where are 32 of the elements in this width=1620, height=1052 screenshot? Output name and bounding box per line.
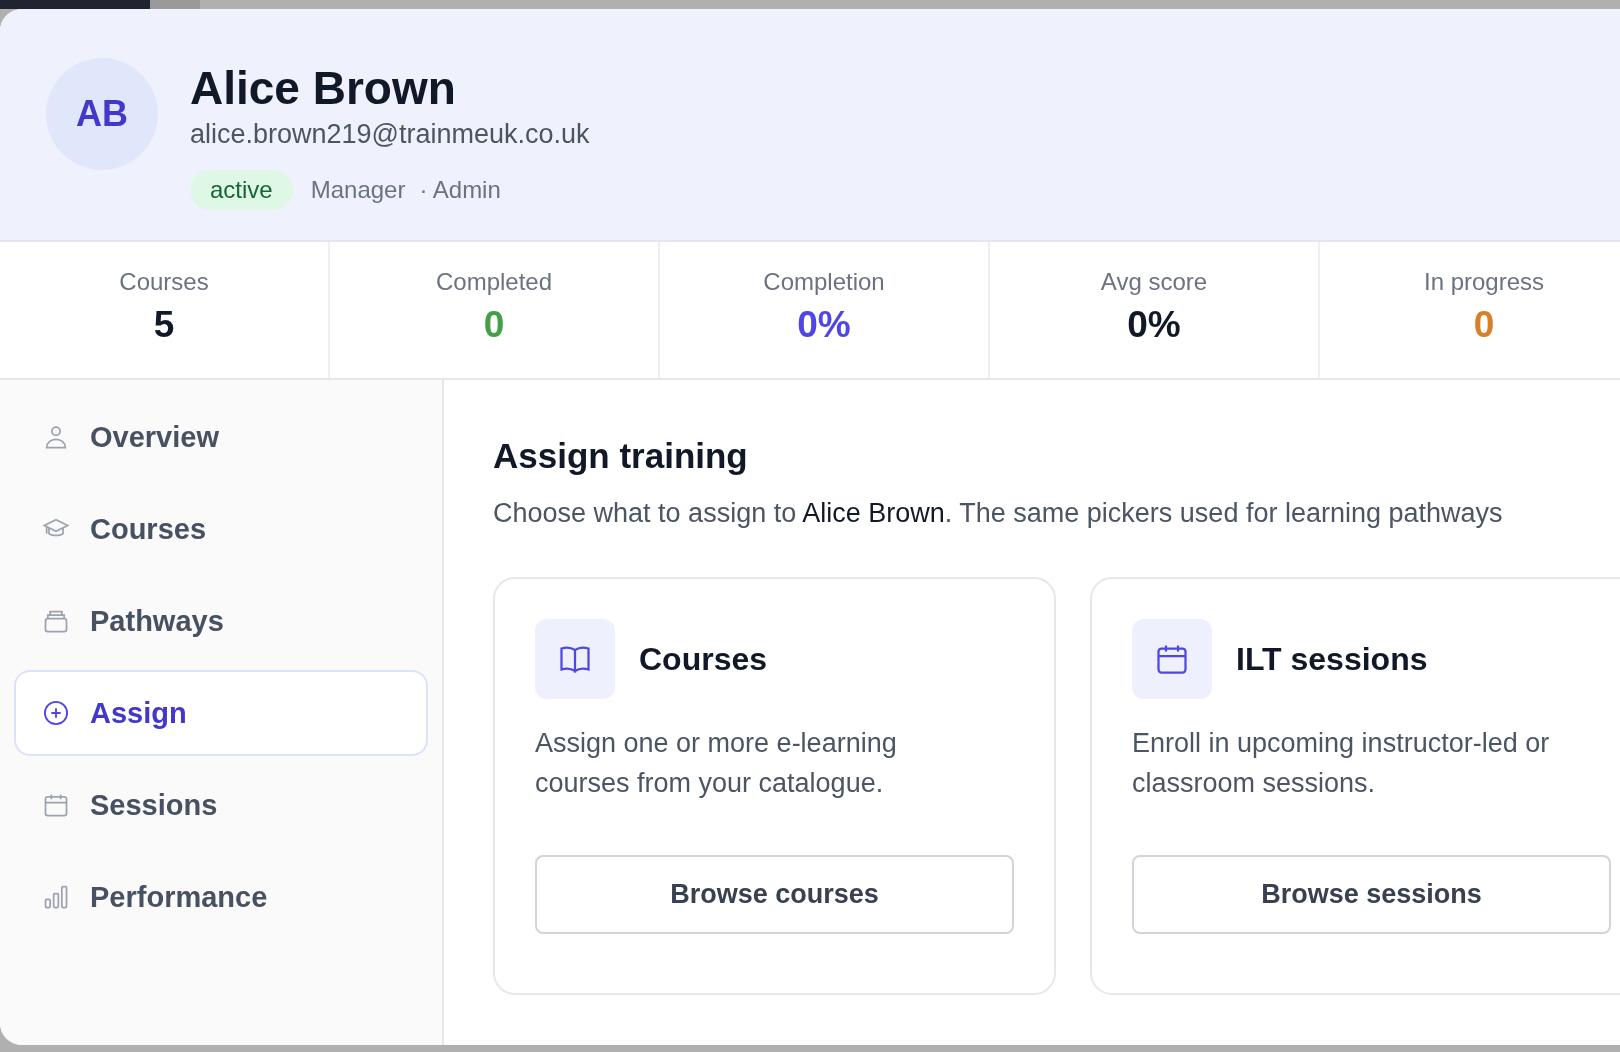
stat-label: Completion [763, 268, 885, 296]
stat-label: Completed [435, 268, 553, 296]
section-description: Choose what to assign to Alice Brown. The same pickers used for learning pathways [493, 498, 1504, 529]
card-description: Enroll in upcoming instructor-led or classroom sessions. [1132, 727, 1551, 800]
stat-value: 0% [797, 304, 851, 346]
sidebar-item[interactable]: Overview [14, 394, 428, 480]
status-badge: active [190, 170, 293, 210]
role-label: Manager [310, 176, 406, 204]
sidebar-item[interactable]: Assign [14, 670, 428, 756]
stat-value: 5 [153, 304, 175, 346]
card-title: ILT sessions [1236, 640, 1428, 678]
plus-circle-icon [42, 699, 70, 727]
user-name: Alice Brown [190, 61, 457, 115]
stat-value: 0 [483, 304, 505, 346]
stat-label: Courses [119, 268, 209, 296]
stat-label: Avg score [1100, 268, 1208, 296]
user-email: alice.brown219@trainmeuk.co.uk [190, 119, 590, 150]
browse-button[interactable]: Browse courses [535, 855, 1014, 934]
sidebar-item[interactable]: Pathways [14, 578, 428, 664]
browse-button[interactable]: Browse sessions [1132, 855, 1611, 934]
sidebar-item[interactable]: Sessions [14, 762, 428, 848]
stat-value: 0% [1127, 304, 1181, 346]
sidebar-item[interactable]: Performance [14, 854, 428, 940]
avatar-initials: AB [46, 58, 158, 170]
sidebar-item[interactable]: Courses [14, 486, 428, 572]
bar-chart-icon [42, 883, 70, 911]
role-label: · Admin [419, 176, 501, 204]
card-description: Assign one or more e-learning courses from your catalogue. [535, 727, 898, 800]
stat-value: 0 [1473, 304, 1495, 346]
section-title: Assign training [493, 436, 749, 476]
card-title: Courses [639, 640, 768, 678]
stat-label: In progress [1423, 268, 1545, 296]
